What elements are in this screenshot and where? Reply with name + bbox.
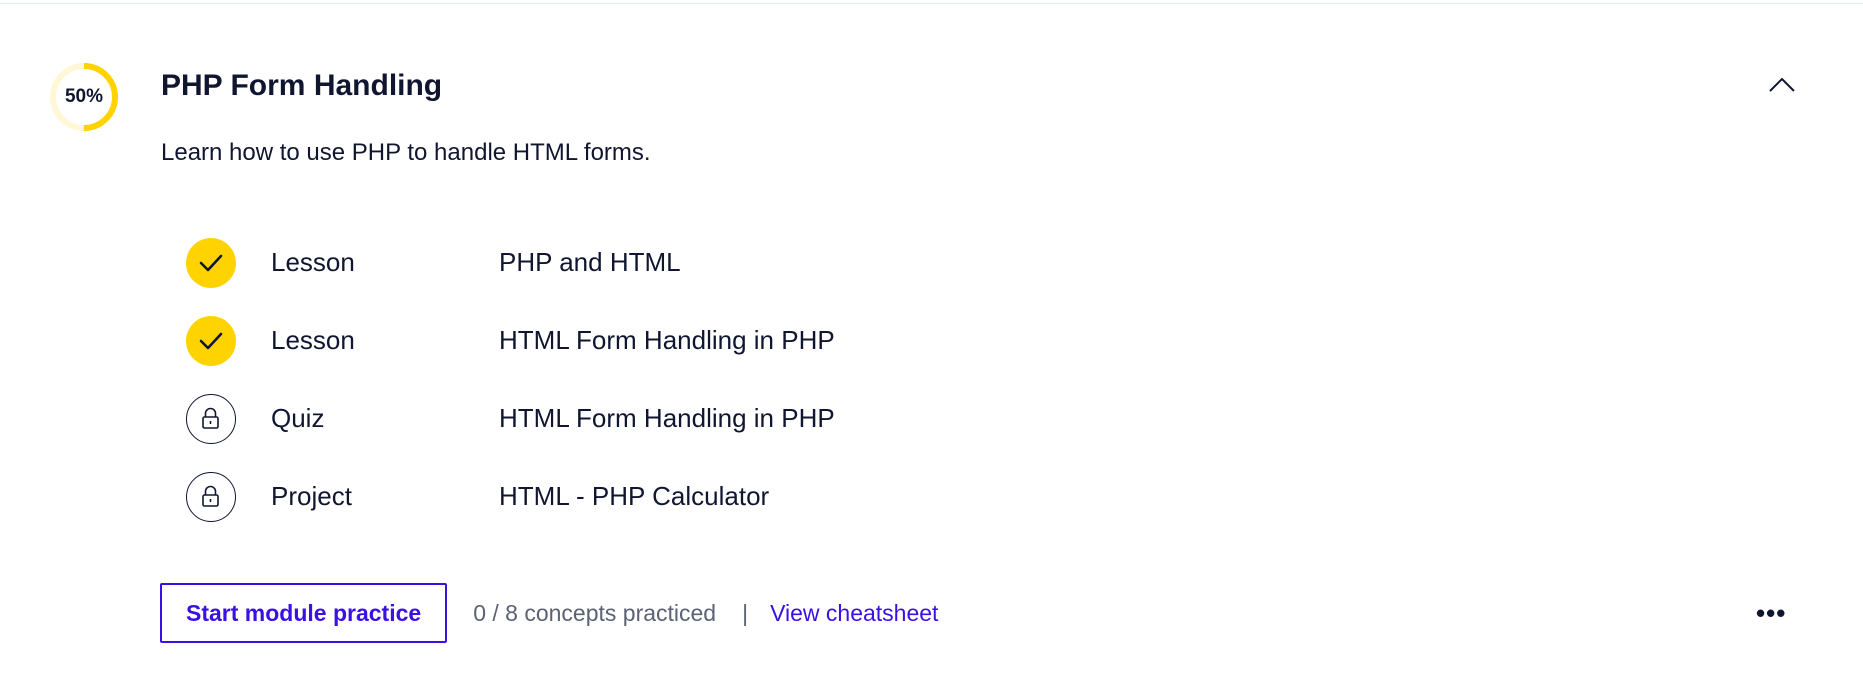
list-item-quiz-form-handling[interactable]: Quiz HTML Form Handling in PHP xyxy=(186,392,1086,470)
list-item-lesson-php-and-html[interactable]: Lesson PHP and HTML xyxy=(186,236,1086,314)
locked-status-badge xyxy=(186,394,236,444)
completed-status-badge xyxy=(186,316,236,366)
view-cheatsheet-link[interactable]: View cheatsheet xyxy=(770,600,938,627)
module-items-list: Lesson PHP and HTML Lesson HTML Form Han… xyxy=(186,236,1086,548)
checkmark-icon xyxy=(199,254,223,272)
item-title: HTML Form Handling in PHP xyxy=(499,403,835,433)
module-footer: Start module practice 0 / 8 concepts pra… xyxy=(160,583,938,643)
progress-ring: 50% xyxy=(49,62,119,132)
module-description: Learn how to use PHP to handle HTML form… xyxy=(161,139,651,166)
item-title: HTML Form Handling in PHP xyxy=(499,325,835,355)
module-card: 50% PHP Form Handling Learn how to use P… xyxy=(0,0,1863,700)
progress-percent: 50% xyxy=(64,86,104,107)
chevron-up-icon xyxy=(1769,77,1795,92)
item-type: Lesson xyxy=(271,247,355,277)
item-type: Lesson xyxy=(271,325,355,355)
top-divider xyxy=(0,0,1863,4)
checkmark-icon xyxy=(199,332,223,350)
item-title: PHP and HTML xyxy=(499,247,681,277)
locked-status-badge xyxy=(186,472,236,522)
module-title: PHP Form Handling xyxy=(161,69,443,102)
list-item-project-calculator[interactable]: Project HTML - PHP Calculator xyxy=(186,470,1086,548)
concepts-practiced-count: 0 / 8 concepts practiced xyxy=(473,599,717,626)
item-type: Project xyxy=(271,481,352,511)
footer-divider: | xyxy=(742,599,749,626)
more-options-icon[interactable]: ••• xyxy=(1756,600,1786,626)
lock-icon xyxy=(202,407,219,429)
item-type: Quiz xyxy=(271,403,325,433)
collapse-button[interactable] xyxy=(1764,70,1800,100)
lock-icon xyxy=(202,485,219,507)
start-module-practice-button[interactable]: Start module practice xyxy=(160,583,448,643)
item-title: HTML - PHP Calculator xyxy=(499,481,770,511)
completed-status-badge xyxy=(186,238,236,288)
list-item-lesson-form-handling[interactable]: Lesson HTML Form Handling in PHP xyxy=(186,314,1086,392)
